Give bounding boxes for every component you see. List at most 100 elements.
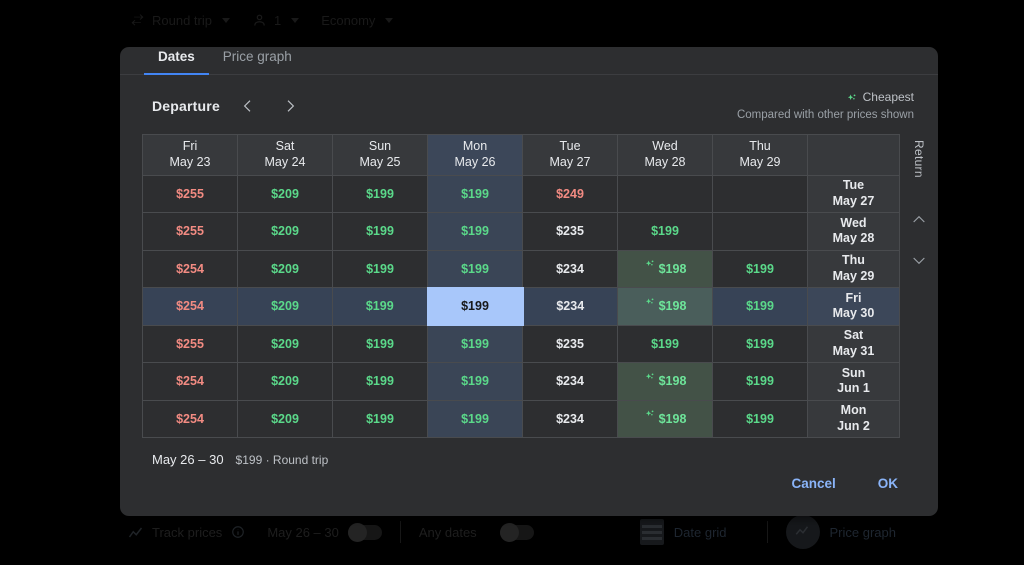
price-value: $199	[461, 261, 489, 276]
cancel-button[interactable]: Cancel	[777, 467, 849, 500]
cabin-class-selector[interactable]: Economy	[321, 13, 394, 28]
price-cell[interactable]: $254	[142, 362, 238, 401]
any-dates-toggle[interactable]	[499, 522, 534, 542]
price-cell[interactable]: $209	[237, 399, 333, 438]
price-cell[interactable]: $199	[617, 324, 713, 363]
price-cell[interactable]: $199	[427, 399, 523, 438]
price-value: $209	[271, 224, 299, 239]
price-cell[interactable]: $209	[237, 212, 333, 251]
price-cell[interactable]: $199	[427, 324, 523, 363]
ok-button[interactable]: OK	[864, 467, 912, 500]
price-cell[interactable]: $199	[712, 362, 808, 401]
passengers-selector[interactable]: 1	[252, 13, 300, 28]
price-cell[interactable]: $199	[332, 212, 428, 251]
return-weekday: Wed	[840, 215, 867, 230]
cheapest-legend: Cheapest Compared with other prices show…	[737, 89, 914, 123]
return-weekday: Sun	[841, 365, 866, 380]
price-cell[interactable]: $209	[237, 249, 333, 288]
tab-dates[interactable]: Dates	[144, 49, 209, 76]
price-cell[interactable]: $199	[332, 324, 428, 363]
column-date: May 26	[454, 154, 496, 169]
price-cell[interactable]: $198	[617, 287, 713, 326]
grid-row: $255 $209 $199 $199 $235 $199 $199 Sat May 31	[142, 324, 900, 363]
price-cell[interactable]: $255	[142, 212, 238, 251]
price-value: $234	[556, 299, 585, 314]
price-cell[interactable]: $234	[522, 287, 618, 326]
tab-price-graph[interactable]: Price graph	[209, 49, 306, 74]
price-cell[interactable]: $199	[427, 249, 523, 288]
price-cell[interactable]: $198	[617, 399, 713, 438]
price-cell[interactable]: $199	[712, 287, 808, 326]
info-icon[interactable]	[231, 525, 246, 540]
price-cell[interactable]: $199	[427, 212, 523, 251]
price-value: $249	[556, 186, 584, 201]
grid-column-header: Wed May 28	[617, 133, 713, 176]
trip-type-selector[interactable]: Round trip	[130, 13, 230, 28]
price-cell[interactable]: $199	[332, 362, 428, 401]
track-prices-toggle[interactable]	[347, 522, 382, 542]
price-cell[interactable]: $209	[237, 287, 333, 326]
grid-row: $254 $209 $199 $199 $234 $198 $199 Sun Jun 1	[142, 362, 900, 401]
price-cell[interactable]: $199	[712, 324, 808, 363]
column-weekday: Tue	[559, 138, 581, 153]
scroll-down-button[interactable]	[906, 247, 932, 273]
return-date-cell: Sun Jun 1	[807, 362, 900, 401]
price-cell[interactable]: $209	[237, 362, 333, 401]
departure-label: Departure	[152, 98, 220, 115]
date-grid-button[interactable]: Date grid	[639, 519, 727, 545]
price-cell[interactable]: $199	[332, 174, 428, 213]
column-weekday: Sat	[275, 138, 295, 153]
price-cell	[712, 212, 808, 251]
return-weekday: Fri	[845, 290, 862, 305]
price-value: $199	[746, 374, 774, 389]
price-cell[interactable]: $199	[332, 249, 428, 288]
any-dates-label: Any dates	[418, 524, 477, 540]
track-prices-group[interactable]: Track prices May 26 – 30	[128, 522, 382, 542]
price-cell[interactable]: $254	[142, 287, 238, 326]
price-cell[interactable]: $209	[237, 174, 333, 213]
trend-line-icon	[128, 525, 143, 540]
price-cell[interactable]: $199	[332, 399, 428, 438]
scroll-up-button[interactable]	[906, 207, 932, 233]
price-cell[interactable]: $235	[522, 212, 618, 251]
price-value: $199	[366, 224, 394, 239]
sparkle-icon	[846, 93, 857, 104]
price-cell[interactable]: $199	[712, 399, 808, 438]
price-cell[interactable]: $199	[617, 212, 713, 251]
price-cell[interactable]: $198	[617, 362, 713, 401]
price-value: $255	[176, 186, 204, 201]
price-cell[interactable]: $199	[332, 287, 428, 326]
track-prices-label: Track prices	[152, 524, 223, 540]
price-value: $199	[366, 336, 394, 351]
price-cell[interactable]: $255	[142, 324, 238, 363]
price-cell[interactable]: $234	[522, 249, 618, 288]
price-cell[interactable]: $254	[142, 249, 238, 288]
grid-row: $254 $209 $199 $199 $234 $198 $199 Thu May 29	[142, 249, 900, 288]
price-cell[interactable]: $199	[427, 362, 523, 401]
price-graph-label: Price graph	[829, 524, 896, 540]
price-cell[interactable]: $199	[426, 286, 524, 326]
price-value: $209	[271, 299, 299, 314]
sparkle-icon	[644, 373, 655, 384]
price-cell[interactable]: $199	[712, 249, 808, 288]
column-date: May 29	[739, 154, 781, 169]
price-cell[interactable]: $198	[617, 249, 713, 288]
price-cell[interactable]: $209	[237, 324, 333, 363]
column-date: May 23	[169, 154, 211, 169]
price-cell[interactable]: $234	[522, 399, 618, 438]
any-dates-group[interactable]: Any dates	[418, 522, 534, 542]
return-label: Return	[912, 139, 926, 178]
prev-dates-button[interactable]	[234, 92, 262, 120]
price-cell[interactable]: $254	[142, 399, 238, 438]
return-date: May 31	[832, 343, 875, 358]
price-value: $199	[461, 337, 489, 351]
price-cell[interactable]: $234	[522, 362, 618, 401]
next-dates-button[interactable]	[276, 92, 304, 120]
return-date: May 30	[832, 306, 875, 321]
price-cell[interactable]: $255	[142, 174, 238, 213]
price-value: $198	[658, 374, 687, 389]
price-cell[interactable]: $249	[522, 174, 618, 213]
price-cell[interactable]: $199	[427, 174, 523, 213]
price-graph-button[interactable]: Price graph	[785, 515, 896, 549]
price-cell[interactable]: $235	[522, 324, 618, 363]
